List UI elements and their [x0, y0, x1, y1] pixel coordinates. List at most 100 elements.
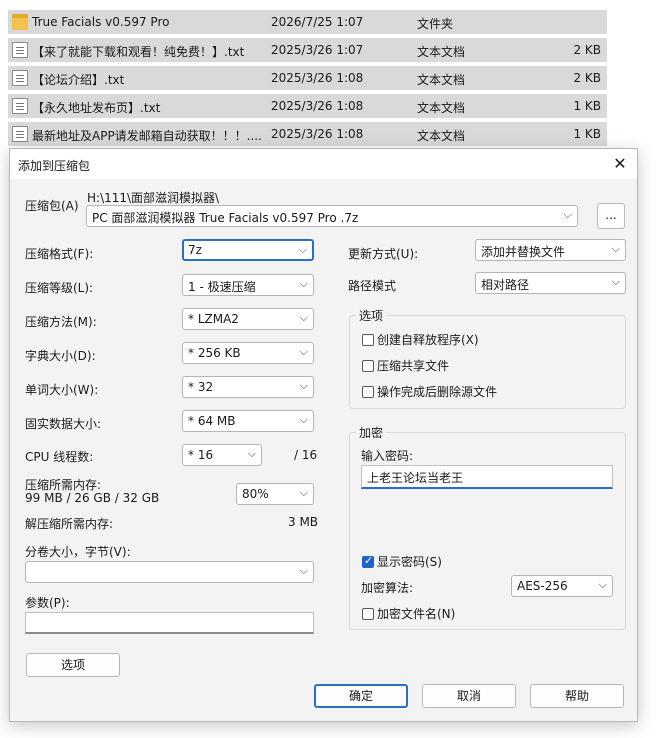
chevron-down-icon: ⌵ [598, 578, 607, 591]
memory-percent-combo[interactable]: 80% ⌵ [236, 483, 314, 505]
file-row[interactable]: 【论坛介绍】.txt 2025/3/26 1:08 文本文档 2 KB [8, 66, 607, 90]
file-name: 【来了就能下载和观看！纯免费！】.txt [32, 45, 245, 59]
file-row[interactable]: True Facials v0.597 Pro 2026/7/25 1:07 文… [8, 10, 607, 34]
checkbox-box[interactable] [362, 360, 374, 372]
solid-label: 固实数据大小: [25, 417, 102, 431]
volume-label: 分卷大小，字节(V): [25, 545, 131, 559]
dialog-title: 添加到压缩包 [18, 159, 91, 173]
password-input[interactable]: 上老王论坛当老王 [361, 465, 613, 489]
encryption-group-title: 加密 [356, 424, 387, 441]
dict-label: 字典大小(D): [25, 349, 96, 363]
sfx-checkbox-label: 创建自释放程序(X) [377, 333, 479, 347]
ok-button[interactable]: 确定 [314, 684, 408, 708]
options-button[interactable]: 选项 [26, 653, 120, 677]
checkbox-box[interactable] [362, 608, 374, 620]
file-row[interactable]: 【永久地址发布页】.txt 2025/3/26 1:08 文本文档 1 KB [8, 94, 607, 118]
help-button[interactable]: 帮助 [530, 684, 624, 708]
path-mode-label: 路径模式 [348, 279, 397, 293]
chevron-down-icon: ⌵ [247, 447, 256, 460]
chevron-down-icon: ⌵ [299, 277, 308, 290]
checkbox-box[interactable] [362, 334, 374, 346]
dialog-titlebar[interactable]: 添加到压缩包 ✕ [10, 149, 637, 179]
show-password-checkbox[interactable]: 显示密码(S) [362, 553, 442, 570]
file-row[interactable]: 【来了就能下载和观看！纯免费！】.txt 2025/3/26 1:07 文本文档… [8, 38, 607, 62]
format-combo[interactable]: 7z ⌵ [182, 239, 314, 261]
text-file-icon [12, 70, 28, 86]
shared-files-checkbox-label: 压缩共享文件 [377, 359, 450, 373]
chevron-down-icon: ⌵ [611, 275, 620, 288]
method-label: 压缩方法(M): [25, 315, 97, 329]
file-name: 【永久地址发布页】.txt [32, 101, 161, 115]
volume-combo[interactable]: ⌵ [25, 561, 314, 583]
file-name: True Facials v0.597 Pro [32, 15, 170, 29]
path-mode-combo[interactable]: 相对路径 ⌵ [475, 272, 626, 294]
browse-button[interactable]: ... [597, 203, 625, 229]
method-combo[interactable]: * LZMA2 ⌵ [182, 308, 314, 330]
file-date: 2026/7/25 1:07 [271, 15, 364, 29]
text-file-icon [12, 42, 28, 58]
solid-combo[interactable]: * 64 MB ⌵ [182, 410, 314, 432]
options-group: 选项 创建自释放程序(X) 压缩共享文件 操作完成后删除源文件 [349, 307, 626, 409]
dict-combo[interactable]: * 256 KB ⌵ [182, 342, 314, 364]
file-name: 【论坛介绍】.txt [32, 73, 125, 87]
chevron-down-icon: ⌵ [298, 243, 307, 256]
word-value: * 32 [188, 380, 214, 394]
close-icon[interactable]: ✕ [609, 153, 631, 175]
file-list: True Facials v0.597 Pro 2026/7/25 1:07 文… [8, 10, 607, 150]
archive-label: 压缩包(A) [25, 199, 79, 213]
decompress-memory-value: 3 MB [288, 515, 319, 529]
folder-icon [12, 14, 28, 30]
cpu-combo[interactable]: * 16 ⌵ [182, 444, 262, 466]
memory-value: 99 MB / 26 GB / 32 GB [25, 491, 160, 505]
word-combo[interactable]: * 32 ⌵ [182, 376, 314, 398]
params-input[interactable] [25, 612, 314, 634]
file-size: 2 KB [573, 43, 601, 57]
update-mode-value: 添加并替换文件 [481, 245, 566, 259]
chevron-down-icon: ⌵ [611, 242, 620, 255]
text-file-icon [12, 126, 28, 142]
file-date: 2025/3/26 1:08 [271, 99, 364, 113]
add-to-archive-dialog: 添加到压缩包 ✕ 压缩包(A) H:\111\面部滋润模拟器\ PC 面部滋润模… [9, 148, 638, 722]
archive-name-combo[interactable]: PC 面部滋润模拟器 True Facials v0.597 Pro .7z ⌵ [86, 205, 578, 227]
path-mode-value: 相对路径 [481, 278, 530, 292]
file-date: 2025/3/26 1:07 [271, 43, 364, 57]
options-group-title: 选项 [356, 307, 387, 324]
params-label: 参数(P): [25, 596, 70, 610]
shared-files-checkbox[interactable]: 压缩共享文件 [362, 357, 449, 374]
cpu-total: / 16 [294, 448, 318, 462]
file-type: 文本文档 [417, 45, 466, 59]
chevron-down-icon: ⌵ [299, 379, 308, 392]
encrypt-names-checkbox[interactable]: 加密文件名(N) [362, 605, 455, 622]
password-label: 输入密码: [361, 449, 414, 463]
file-date: 2025/3/26 1:08 [271, 71, 364, 85]
checkbox-box-checked[interactable] [362, 554, 374, 568]
format-label: 压缩格式(F): [25, 247, 94, 261]
delete-after-checkbox[interactable]: 操作完成后删除源文件 [362, 383, 497, 400]
chevron-down-icon: ⌵ [299, 311, 308, 324]
level-combo[interactable]: 1 - 极速压缩 ⌵ [182, 274, 314, 296]
cpu-value: * 16 [188, 448, 214, 462]
file-type: 文本文档 [417, 129, 466, 143]
file-row[interactable]: 最新地址及APP请发邮箱自动获取！！！.... 2025/3/26 1:08 文… [8, 122, 607, 146]
format-value: 7z [188, 243, 202, 257]
checkbox-box[interactable] [362, 386, 374, 398]
file-size: 1 KB [573, 127, 601, 141]
method-value: * LZMA2 [188, 312, 239, 326]
sfx-checkbox[interactable]: 创建自释放程序(X) [362, 331, 479, 348]
chevron-down-icon: ⌵ [299, 345, 308, 358]
cancel-button[interactable]: 取消 [422, 684, 516, 708]
encrypt-names-label: 加密文件名(N) [377, 607, 456, 621]
dict-value: * 256 KB [188, 346, 241, 360]
chevron-down-icon: ⌵ [299, 564, 308, 577]
file-size: 1 KB [573, 99, 601, 113]
decompress-memory-label: 解压缩所需内存: [25, 517, 114, 531]
cpu-label: CPU 线程数: [25, 450, 94, 464]
memory-percent-value: 80% [242, 487, 269, 501]
encryption-method-combo[interactable]: AES-256 ⌵ [511, 575, 613, 597]
update-mode-combo[interactable]: 添加并替换文件 ⌵ [475, 239, 626, 261]
file-size: 2 KB [573, 71, 601, 85]
show-password-label: 显示密码(S) [377, 555, 442, 569]
level-label: 压缩等级(L): [25, 281, 94, 295]
archive-path: H:\111\面部滋润模拟器\ [87, 191, 220, 205]
chevron-down-icon: ⌵ [299, 413, 308, 426]
